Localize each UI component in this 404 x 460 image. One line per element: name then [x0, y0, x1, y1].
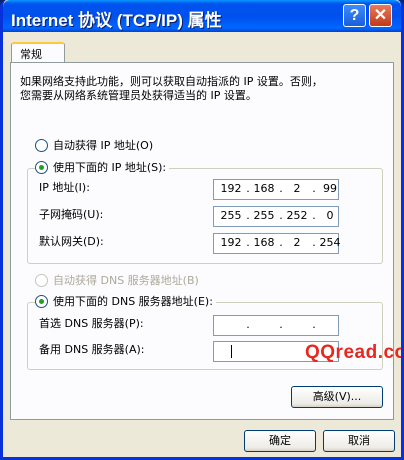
subnet-mask-input[interactable]: 255. 255. 252. 0: [213, 206, 339, 227]
cancel-button[interactable]: 取消: [323, 430, 395, 452]
ip-octet: 99: [323, 182, 337, 195]
text-cursor: [231, 345, 232, 358]
ip-octet: 2: [293, 236, 301, 249]
window-title: Internet 协议 (TCP/IP) 属性: [11, 11, 222, 30]
radio-selected-icon[interactable]: [35, 160, 48, 174]
ip-octet: 254: [319, 236, 341, 249]
intro-text: 如果网络支持此功能，则可以获取自动指派的 IP 设置。否则， 您需要从网络系统管…: [20, 75, 323, 102]
default-gateway-label: 默认网关(D):: [39, 235, 104, 248]
ip-address-input[interactable]: 192. 168. 2. 99: [213, 179, 339, 200]
ip-octet: 0: [326, 209, 334, 222]
preferred-dns-label: 首选 DNS 服务器(P):: [39, 317, 144, 330]
default-gateway-input[interactable]: 192. 168. 2. 254: [213, 233, 341, 254]
radio-auto-ip-label: 自动获得 IP 地址(O): [53, 139, 154, 152]
radio-auto-ip[interactable]: 自动获得 IP 地址(O): [35, 137, 153, 153]
radio-circle-icon[interactable]: [35, 273, 48, 287]
ip-octet: 255: [220, 209, 242, 222]
ip-octet: 255: [253, 209, 275, 222]
radio-manual-ip[interactable]: 使用下面的 IP 地址(S):: [35, 159, 170, 175]
radio-circle-icon[interactable]: [35, 138, 48, 152]
ip-octet: 168: [253, 182, 275, 195]
watermark-logo: QQread.com: [305, 342, 401, 363]
radio-auto-dns-label: 自动获得 DNS 服务器地址(B): [53, 274, 199, 287]
alternate-dns-label: 备用 DNS 服务器(A):: [39, 343, 145, 356]
ip-octet: 192: [220, 182, 242, 195]
ip-octet: 192: [220, 236, 242, 249]
ip-address-label: IP 地址(I):: [39, 181, 90, 194]
ip-octet: 168: [253, 236, 275, 249]
tab-general[interactable]: 常规: [11, 42, 65, 64]
ip-octet: 2: [293, 182, 301, 195]
advanced-button[interactable]: 高级(V)...: [291, 386, 383, 408]
subnet-mask-label: 子网掩码(U):: [39, 208, 104, 221]
radio-manual-dns[interactable]: 使用下面的 DNS 服务器地址(E):: [35, 293, 216, 309]
help-button[interactable]: ?: [343, 4, 366, 27]
ok-button[interactable]: 确定: [244, 430, 316, 452]
radio-manual-ip-label: 使用下面的 IP 地址(S):: [53, 161, 167, 174]
preferred-dns-input[interactable]: . . .: [213, 315, 339, 336]
radio-selected-icon[interactable]: [35, 294, 48, 308]
title-bar[interactable]: Internet 协议 (TCP/IP) 属性 ? ✕: [3, 0, 401, 32]
radio-manual-dns-label: 使用下面的 DNS 服务器地址(E):: [53, 295, 213, 308]
dialog-window: Internet 协议 (TCP/IP) 属性 ? ✕ 常规 如果网络支持此功能…: [0, 0, 404, 460]
ip-octet: 252: [286, 209, 308, 222]
radio-auto-dns[interactable]: 自动获得 DNS 服务器地址(B): [35, 272, 199, 288]
tab-strip: 常规: [8, 40, 398, 64]
close-button[interactable]: ✕: [369, 4, 392, 27]
